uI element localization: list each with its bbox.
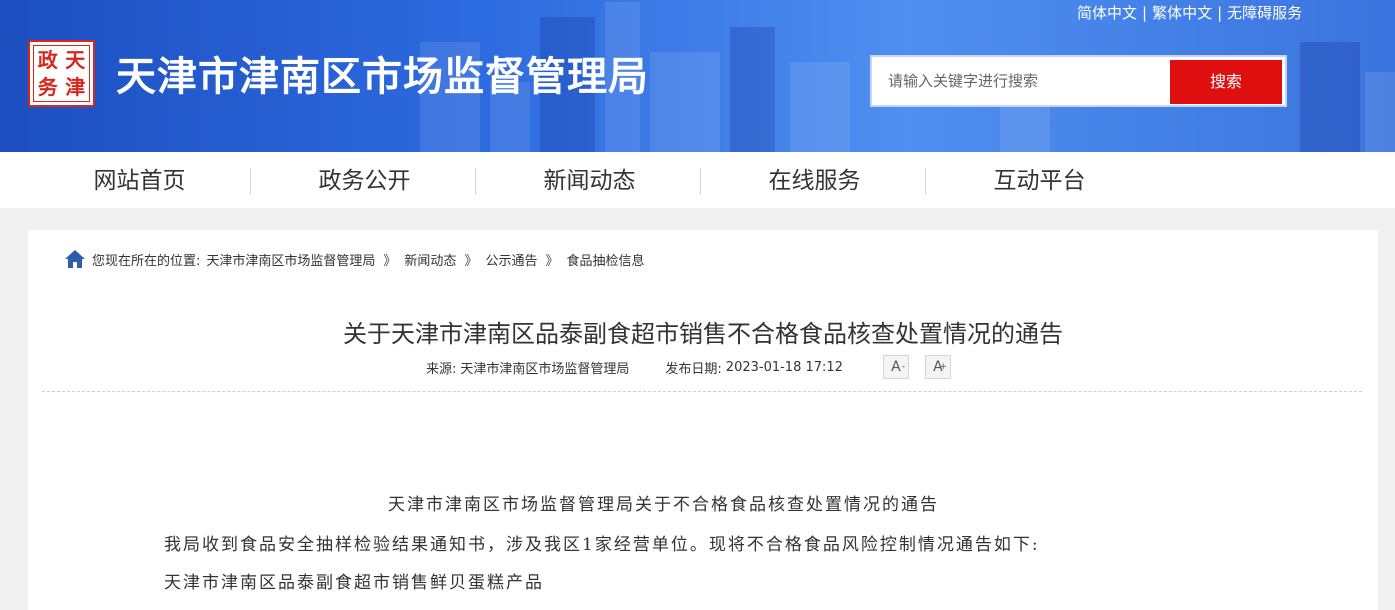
- seal-char: 政: [37, 47, 58, 72]
- source-label: 来源:: [426, 361, 457, 377]
- search-box: 搜索: [870, 55, 1287, 107]
- date-value: 2023-01-18 17:12: [725, 359, 843, 375]
- lang-traditional-link[interactable]: 繁体中文: [1152, 4, 1212, 22]
- font-decrease-glyph: A: [891, 359, 901, 375]
- article-paragraph: 天津市津南区市场监督管理局关于不合格食品核查处置情况的通告: [388, 495, 939, 515]
- font-decrease-button[interactable]: A-: [882, 355, 909, 379]
- skyline-decoration: [1300, 42, 1360, 152]
- title-divider: [42, 391, 1362, 392]
- date-label: 发布日期:: [665, 361, 722, 377]
- source-value: 天津市津南区市场监督管理局: [460, 361, 630, 377]
- breadcrumb-separator: 》: [464, 253, 478, 269]
- nav-item-online-services[interactable]: 在线服务: [702, 152, 927, 208]
- nav-divider: [475, 168, 476, 194]
- font-increase-button[interactable]: A +: [924, 355, 951, 379]
- article-paragraph: 天津市津南区品泰副食超市销售鲜贝蛋糕产品: [164, 573, 544, 593]
- seal-char: 天: [65, 47, 86, 72]
- breadcrumb-link-food-inspection[interactable]: 食品抽检信息: [566, 250, 644, 269]
- breadcrumb-link-notices[interactable]: 公示通告: [485, 250, 537, 269]
- article-meta: 来源: 天津市津南区市场监督管理局 发布日期: 2023-01-18 17:12…: [426, 355, 951, 379]
- article-paragraph: 我局收到食品安全抽样检验结果通知书，涉及我区1家经营单位。现将不合格食品风险控制…: [164, 535, 1040, 555]
- language-links: 简体中文 | 繁体中文 | 无障碍服务: [1077, 2, 1302, 23]
- search-button[interactable]: 搜索: [1170, 60, 1282, 104]
- nav-item-interaction[interactable]: 互动平台: [927, 152, 1152, 208]
- breadcrumb-link-home[interactable]: 天津市津南区市场监督管理局: [206, 250, 375, 269]
- home-icon: [65, 250, 85, 268]
- lang-separator: |: [1142, 4, 1148, 22]
- nav-item-gov-affairs[interactable]: 政务公开: [252, 152, 477, 208]
- nav-divider: [250, 168, 251, 194]
- breadcrumb: 您现在所在的位置: 天津市津南区市场监督管理局 》 新闻动态 》 公示通告 》 …: [64, 249, 645, 269]
- search-input[interactable]: [888, 69, 1158, 93]
- skyline-decoration: [730, 27, 775, 152]
- seal-inner: 政 天 务 津: [33, 45, 90, 102]
- breadcrumb-separator: 》: [383, 253, 397, 269]
- skyline-decoration: [790, 62, 850, 152]
- breadcrumb-separator: 》: [545, 253, 559, 269]
- font-decrease-sign: -: [901, 362, 905, 372]
- font-increase-sign: +: [939, 362, 947, 372]
- seal-char: 津: [65, 75, 86, 100]
- nav-item-home[interactable]: 网站首页: [27, 152, 252, 208]
- breadcrumb-prefix: 您现在所在的位置:: [92, 253, 201, 269]
- nav-divider: [925, 168, 926, 194]
- lang-separator: |: [1217, 4, 1223, 22]
- breadcrumb-link-news[interactable]: 新闻动态: [404, 250, 456, 269]
- article-title: 关于天津市津南区品泰副食超市销售不合格食品核查处置情况的通告: [343, 320, 1063, 348]
- skyline-decoration: [650, 52, 720, 152]
- seal-char: 务: [37, 75, 58, 100]
- lang-simplified-link[interactable]: 简体中文: [1077, 4, 1137, 22]
- nav-item-news[interactable]: 新闻动态: [477, 152, 702, 208]
- main-nav: 网站首页 政务公开 新闻动态 在线服务 互动平台: [0, 152, 1395, 208]
- site-title[interactable]: 天津市津南区市场监督管理局: [116, 44, 649, 102]
- content-card: 您现在所在的位置: 天津市津南区市场监督管理局 》 新闻动态 》 公示通告 》 …: [28, 230, 1378, 610]
- nav-divider: [700, 168, 701, 194]
- site-logo-seal[interactable]: 政 天 务 津: [28, 40, 95, 107]
- skyline-decoration: [1365, 72, 1395, 152]
- header-banner: 简体中文|繁体中文|无障碍服务 政 天 务 津 天津市津南区市场监督管理局 搜索: [0, 0, 1395, 152]
- accessibility-link[interactable]: 无障碍服务: [1227, 4, 1302, 22]
